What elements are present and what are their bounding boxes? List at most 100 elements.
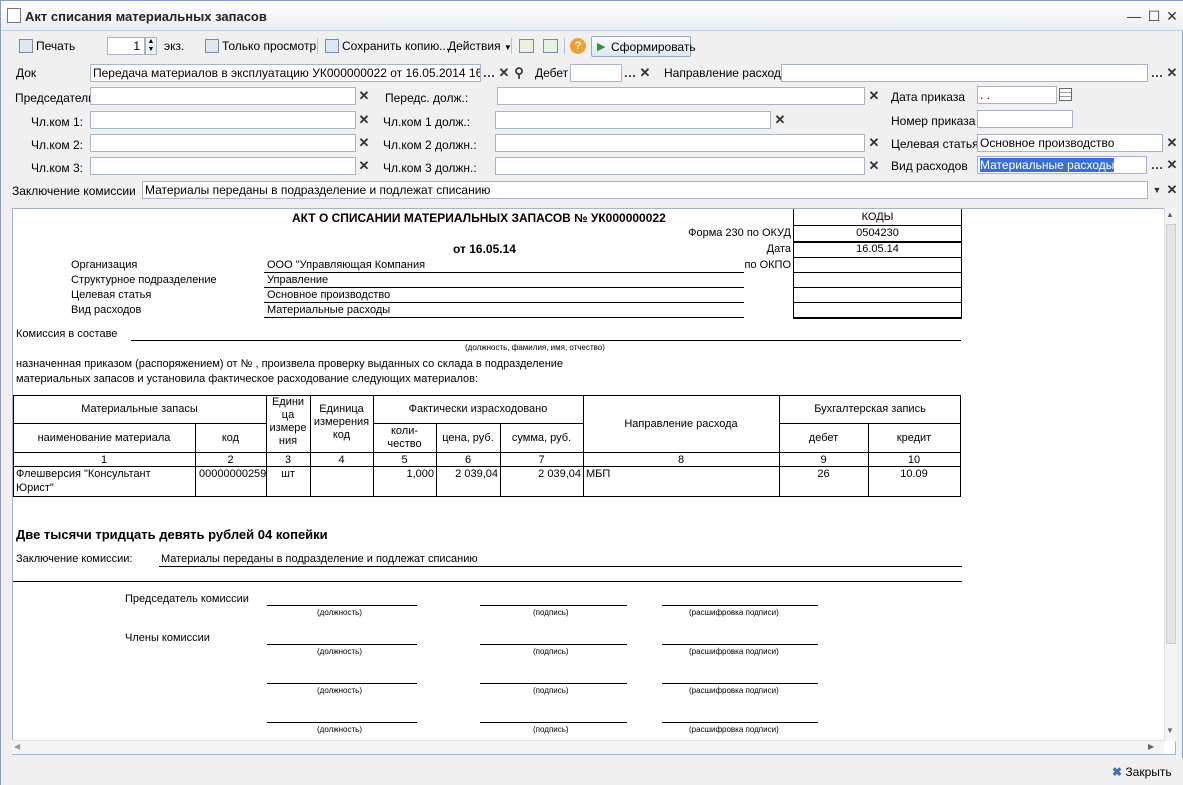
member2-position-field[interactable] xyxy=(495,134,865,152)
find-next-icon[interactable] xyxy=(543,39,558,53)
print-button[interactable]: Печать xyxy=(19,36,75,56)
doc-field[interactable]: Передача материалов в эксплуатацию УК000… xyxy=(90,64,481,82)
member2-position-label: Чл.ком 2 должн.: xyxy=(383,138,477,152)
chair-field[interactable] xyxy=(90,87,356,105)
view-icon xyxy=(205,39,219,53)
order-number-field[interactable] xyxy=(977,110,1073,128)
expense-label: Вид расходов xyxy=(891,159,968,173)
signature-line xyxy=(662,722,818,723)
expense-value: Материальные расходы xyxy=(980,158,1115,172)
col-num: 8 xyxy=(677,454,685,466)
copies-spin-icon[interactable]: ▲ ▼ xyxy=(145,37,157,55)
scroll-thumb[interactable] xyxy=(1166,224,1176,644)
codes-line xyxy=(793,302,962,303)
conclusion-label: Заключение комиссии xyxy=(12,184,136,198)
conclusion-value: Материалы переданы в подразделение и под… xyxy=(161,553,478,565)
commission-hint: (должность, фамилия, имя, отчество) xyxy=(465,343,605,352)
signature-hint: (подпись) xyxy=(533,608,569,617)
cell-name-2: Юрист" xyxy=(16,482,54,494)
generate-button[interactable]: ▶ Сформировать xyxy=(591,36,696,57)
direction-select-icon[interactable]: … xyxy=(1150,66,1164,80)
scroll-left-icon[interactable]: ◀ xyxy=(14,742,20,751)
debit-clear-icon[interactable]: ✕ xyxy=(638,66,652,80)
th-actual: Фактически израсходовано xyxy=(408,403,548,415)
report-date: от 16.05.14 xyxy=(453,242,516,256)
direction-clear-icon[interactable]: ✕ xyxy=(1165,66,1179,80)
close-button[interactable]: ✖ Закрыть xyxy=(1112,765,1172,779)
report-sheet: АКТ О СПИСАНИИ МАТЕРИАЛЬНЫХ ЗАПАСОВ № УК… xyxy=(12,208,1176,755)
window: Акт списания материальных запасов — ☐ ✕ … xyxy=(0,0,1183,785)
conclusion-field[interactable]: Материалы переданы в подразделение и под… xyxy=(142,181,1148,199)
close-icon[interactable]: ✕ xyxy=(1163,7,1181,25)
target-field[interactable]: Основное производство xyxy=(977,134,1163,152)
signature-line xyxy=(267,722,417,723)
amount-in-words: Две тысячи тридцать девять рублей 04 коп… xyxy=(16,527,328,542)
target-label: Целевая статья xyxy=(71,289,152,301)
close-label: Закрыть xyxy=(1125,765,1172,779)
doc-select-icon[interactable]: … xyxy=(482,66,496,80)
member1-position-clear-icon[interactable]: ✕ xyxy=(773,113,787,127)
signature-hint: (подпись) xyxy=(533,647,569,656)
debit-select-icon[interactable]: … xyxy=(623,66,637,80)
doc-label: Док xyxy=(16,66,37,80)
cell-qty: 1,000 xyxy=(406,468,434,480)
th-unit: Едини ца измере ния xyxy=(269,396,307,447)
doc-search-icon[interactable]: ⚲ xyxy=(512,66,526,80)
scroll-up-icon[interactable]: ▲ xyxy=(1166,210,1174,219)
minimize-icon[interactable]: — xyxy=(1125,7,1143,25)
scroll-down-icon[interactable]: ▼ xyxy=(1166,726,1174,735)
table-line xyxy=(13,452,961,453)
member2-field[interactable] xyxy=(90,134,356,152)
member3-clear-icon[interactable]: ✕ xyxy=(357,159,371,173)
member1-position-field[interactable] xyxy=(495,111,771,129)
chair-position-field[interactable] xyxy=(497,87,865,105)
table-line xyxy=(13,496,961,497)
view-only-label: Только просмотр xyxy=(222,39,317,53)
maximize-icon[interactable]: ☐ xyxy=(1145,7,1163,25)
find-icon[interactable] xyxy=(519,39,534,53)
date-code-label: Дата xyxy=(766,243,791,255)
member3-position-field[interactable] xyxy=(495,157,865,175)
expense-field[interactable]: Материальные расходы xyxy=(977,156,1147,174)
play-icon: ▶ xyxy=(597,41,606,53)
th-code: код xyxy=(221,432,240,444)
signature-hint: (расшифровка подписи) xyxy=(689,725,779,734)
order-date-field[interactable]: . . xyxy=(977,86,1057,104)
member2-clear-icon[interactable]: ✕ xyxy=(357,136,371,150)
th-price: цена, руб. xyxy=(442,432,494,444)
window-title: Акт списания материальных запасов xyxy=(25,9,267,24)
codes-line xyxy=(793,257,962,258)
org-value: ООО "Управляющая Компания xyxy=(267,259,426,271)
actions-label: Действия xyxy=(448,39,501,53)
vertical-scrollbar[interactable]: ▲ ▼ xyxy=(1164,208,1176,741)
horizontal-scrollbar[interactable]: ◀ ▶ xyxy=(12,740,1164,754)
conclusion-label: Заключение комиссии: xyxy=(16,553,133,565)
member3-position-clear-icon[interactable]: ✕ xyxy=(867,159,881,173)
member1-field[interactable] xyxy=(90,111,356,129)
calendar-icon[interactable] xyxy=(1059,88,1072,101)
help-icon[interactable]: ? xyxy=(570,38,586,54)
chair-clear-icon[interactable]: ✕ xyxy=(357,89,371,103)
col-num: 5 xyxy=(401,454,408,466)
expense-clear-icon[interactable]: ✕ xyxy=(1165,158,1179,172)
th-name: наименование материала xyxy=(37,432,171,444)
signature-hint: (должность) xyxy=(317,725,362,734)
view-only-button[interactable]: Только просмотр xyxy=(205,36,316,56)
chair-position-clear-icon[interactable]: ✕ xyxy=(867,89,881,103)
debit-field[interactable] xyxy=(570,64,622,82)
expense-select-icon[interactable]: … xyxy=(1150,158,1164,172)
member2-label: Чл.ком 2: xyxy=(31,138,83,152)
doc-clear-icon[interactable]: ✕ xyxy=(497,66,511,80)
target-clear-icon[interactable]: ✕ xyxy=(1165,136,1179,150)
print-label: Печать xyxy=(36,39,76,53)
copies-input[interactable]: 1 xyxy=(107,37,145,55)
direction-field[interactable] xyxy=(781,64,1148,82)
actions-menu[interactable]: Действия ▼ xyxy=(448,36,512,56)
conclusion-dropdown-icon[interactable]: ▼ xyxy=(1150,183,1164,197)
member2-position-clear-icon[interactable]: ✕ xyxy=(867,136,881,150)
scroll-right-icon[interactable]: ▶ xyxy=(1148,742,1154,751)
member1-clear-icon[interactable]: ✕ xyxy=(357,113,371,127)
conclusion-clear-icon[interactable]: ✕ xyxy=(1165,183,1179,197)
member3-field[interactable] xyxy=(90,157,356,175)
save-copy-button[interactable]: Сохранить копию... xyxy=(325,36,449,56)
